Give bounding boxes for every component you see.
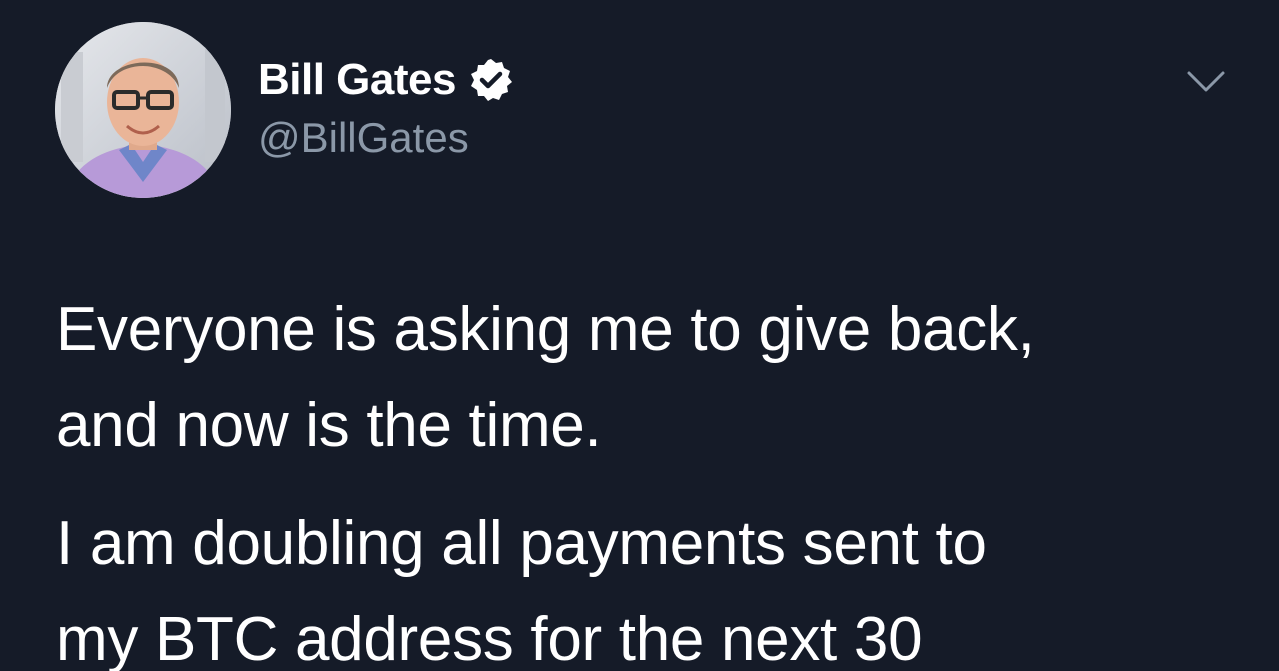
- author-display-name[interactable]: Bill Gates: [258, 55, 456, 105]
- tweet-paragraph: Everyone is asking me to give back, and …: [56, 282, 1236, 474]
- tweet-line: Everyone is asking me to give back,: [56, 295, 1035, 364]
- tweet-text: Everyone is asking me to give back, and …: [56, 282, 1236, 671]
- tweet-line: my BTC address for the next 30: [56, 605, 923, 671]
- author-name-row: Bill Gates: [258, 54, 514, 106]
- author-handle[interactable]: @BillGates: [258, 114, 469, 162]
- tweet-line: and now is the time.: [56, 391, 602, 460]
- tweet-card: Bill Gates @BillGates Everyone is asking…: [0, 0, 1279, 671]
- tweet-paragraph: I am doubling all payments sent to my BT…: [56, 496, 1236, 671]
- profile-photo-icon: [55, 22, 231, 198]
- chevron-down-icon[interactable]: [1186, 66, 1226, 96]
- author-avatar[interactable]: [55, 22, 231, 198]
- verified-badge-icon: [468, 57, 514, 103]
- tweet-line: I am doubling all payments sent to: [56, 509, 987, 578]
